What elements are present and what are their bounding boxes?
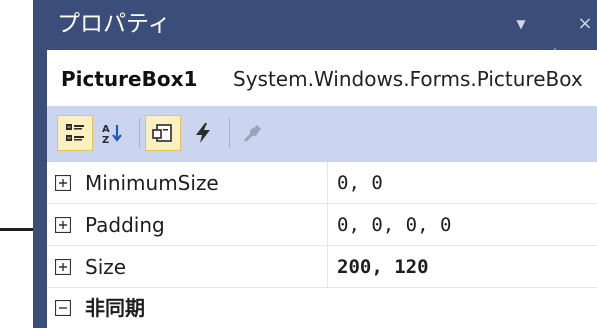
categorized-button[interactable] [57, 115, 93, 151]
property-row-minimumsize[interactable]: MinimumSize 0, 0 [47, 162, 597, 204]
expand-plus-icon[interactable] [55, 259, 71, 275]
svg-text:Z: Z [102, 135, 109, 144]
close-icon[interactable]: × [573, 8, 597, 40]
events-button[interactable] [185, 115, 221, 151]
column-divider [327, 246, 328, 288]
events-icon [196, 123, 210, 143]
toolbar-separator [229, 118, 230, 148]
properties-button[interactable] [145, 115, 181, 151]
property-value[interactable]: 0, 0 [337, 171, 383, 195]
chevron-down-icon[interactable]: ▼ [509, 8, 533, 40]
properties-icon [152, 124, 172, 142]
object-selector[interactable]: PictureBox1 System.Windows.Forms.Picture… [47, 50, 597, 106]
panel-title: プロパティ [57, 11, 171, 37]
property-pages-button[interactable] [235, 115, 271, 151]
property-grid: MinimumSize 0, 0 Padding 0, 0, 0, 0 Size… [47, 162, 597, 328]
designer-guide-line [0, 228, 34, 231]
property-name: Padding [85, 213, 165, 237]
properties-toolbar: A Z [47, 106, 597, 162]
property-value[interactable]: 200, 120 [337, 255, 429, 279]
column-divider [327, 204, 328, 246]
property-name: Size [85, 255, 127, 279]
property-row-size[interactable]: Size 200, 120 [47, 246, 597, 288]
property-category[interactable]: 非同期 [47, 288, 597, 328]
property-name: MinimumSize [85, 171, 219, 195]
object-type: System.Windows.Forms.PictureBox [233, 67, 583, 91]
property-value[interactable]: 0, 0, 0, 0 [337, 213, 451, 237]
column-divider [327, 162, 328, 204]
category-name: 非同期 [85, 296, 145, 320]
panel-titlebar[interactable]: プロパティ ▼ ᅟ⊥ × [47, 0, 597, 66]
categorized-icon [66, 124, 84, 141]
properties-panel: プロパティ ▼ ᅟ⊥ × PictureBox1 System.Windows.… [47, 0, 597, 328]
alphabetical-button[interactable]: A Z [95, 115, 131, 151]
property-row-padding[interactable]: Padding 0, 0, 0, 0 [47, 204, 597, 246]
pin-icon[interactable]: ᅟ⊥ [543, 8, 567, 66]
alphabetical-icon: A Z [102, 124, 122, 144]
expand-plus-icon[interactable] [55, 175, 71, 191]
property-pages-icon [244, 125, 261, 142]
expand-plus-icon[interactable] [55, 217, 71, 233]
svg-text:A: A [102, 124, 110, 135]
object-name: PictureBox1 [61, 67, 198, 91]
collapse-minus-icon[interactable] [55, 300, 71, 316]
background-window [0, 0, 33, 328]
toolbar-separator [139, 118, 140, 148]
panel-frame-edge [33, 0, 47, 328]
